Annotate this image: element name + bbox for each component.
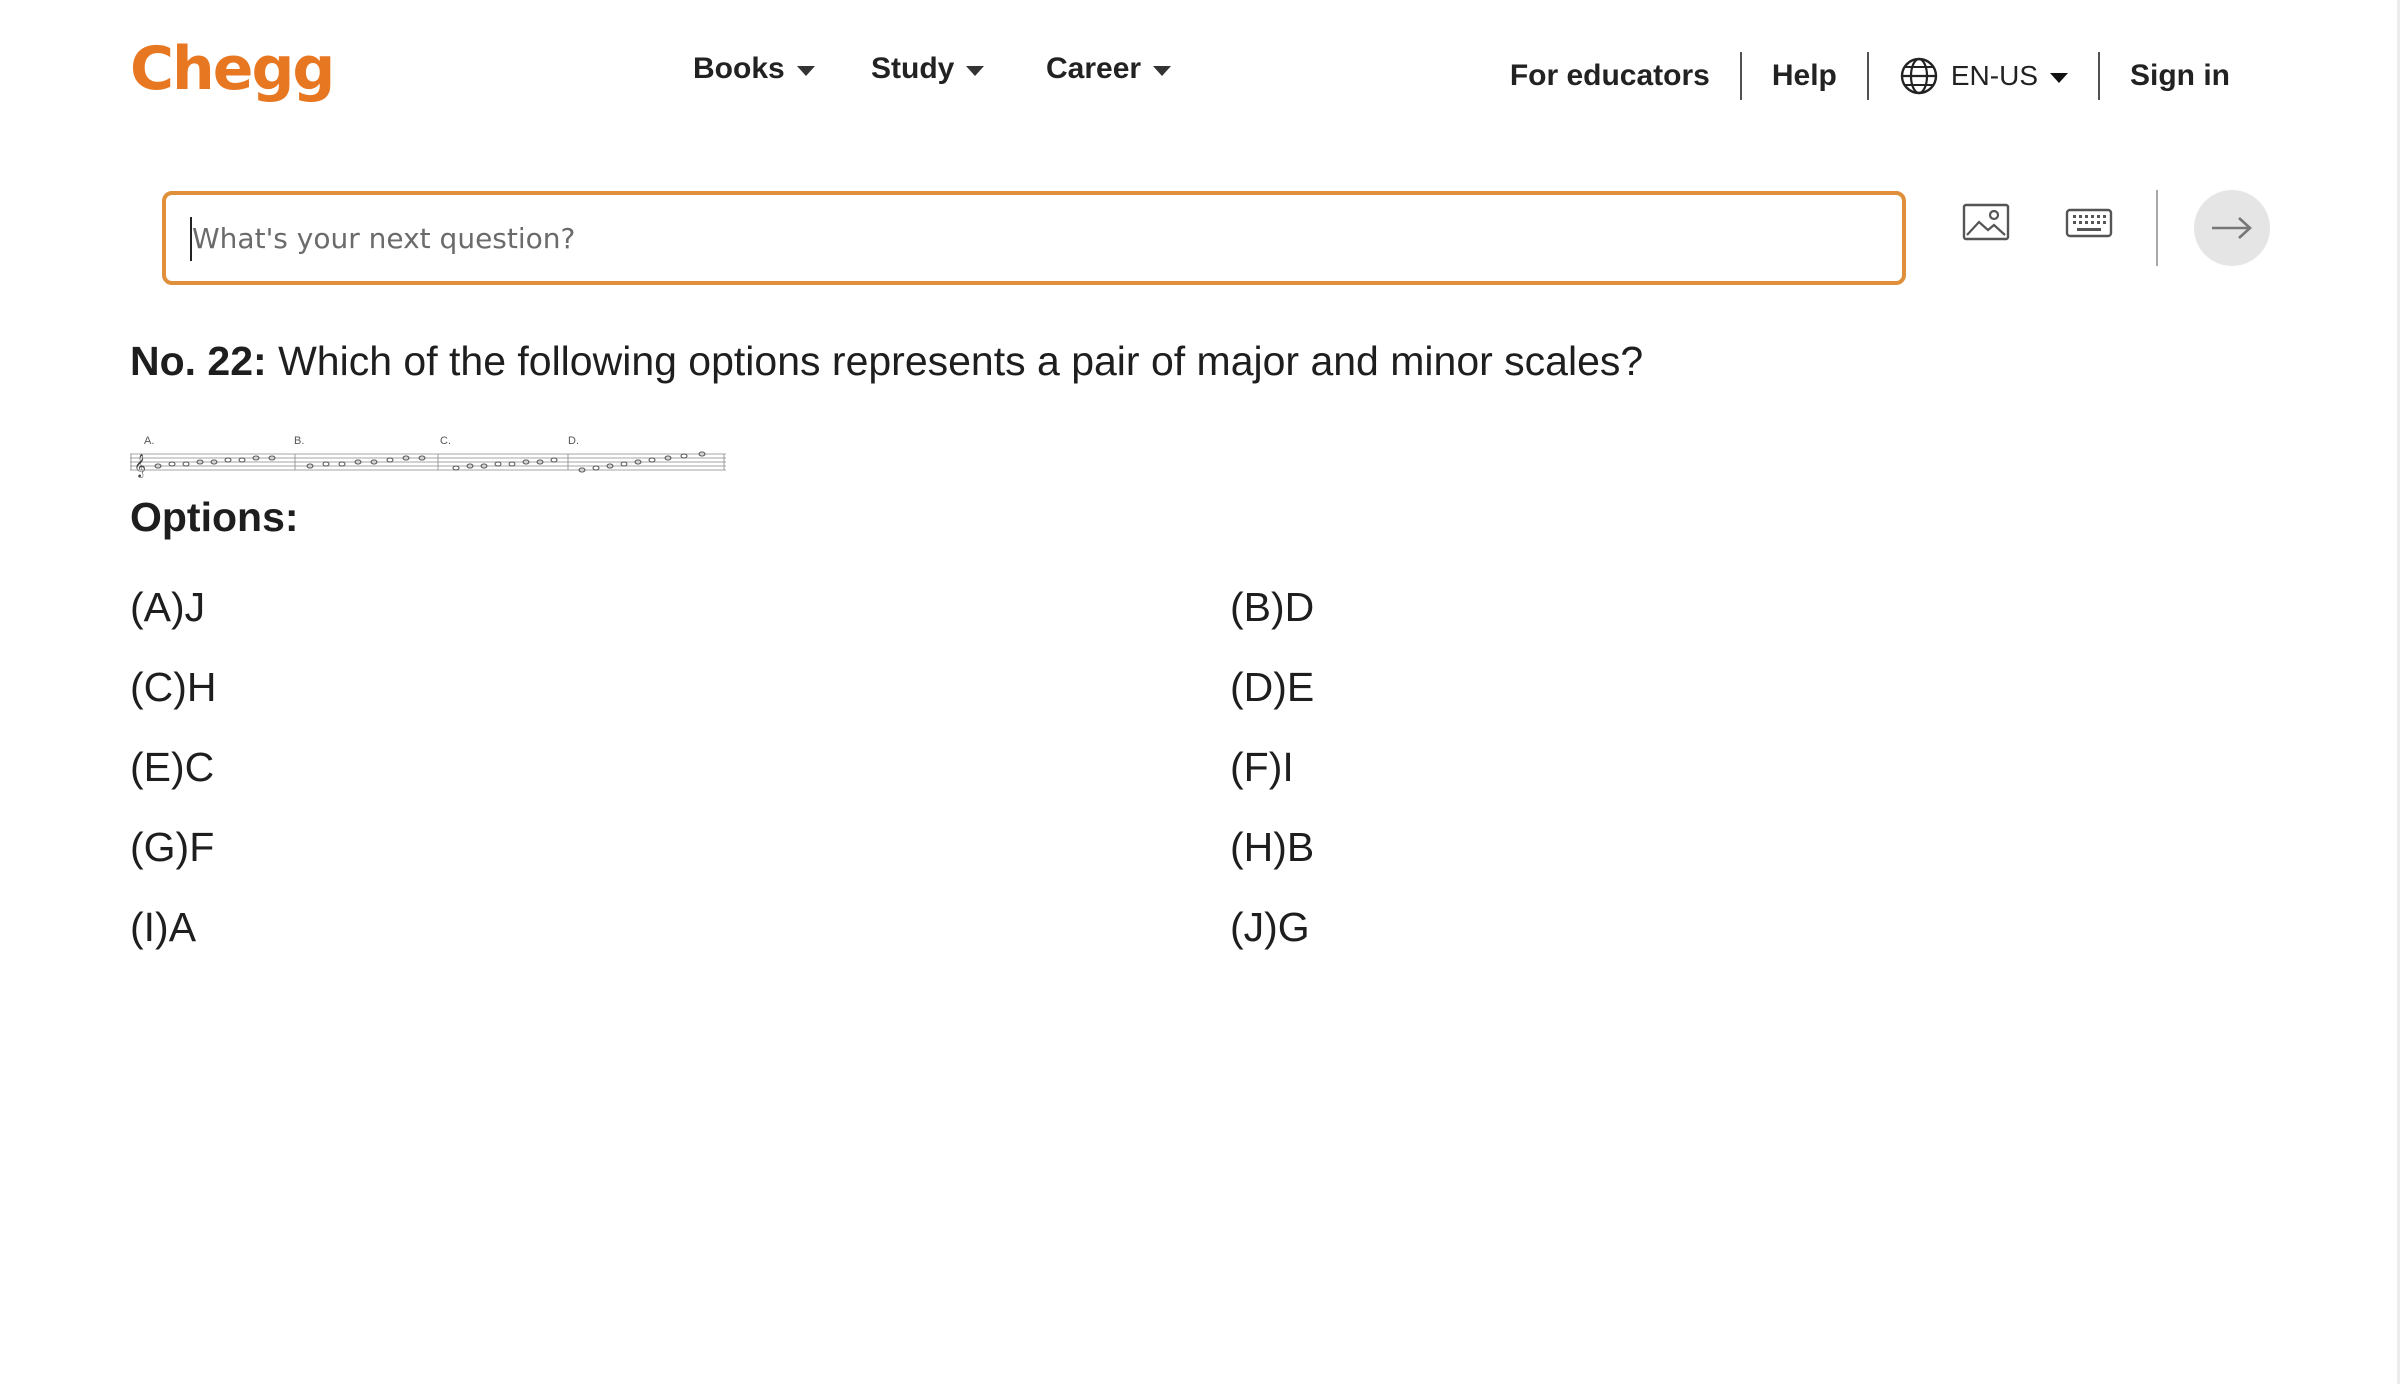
scale-label-c: C. <box>440 435 451 447</box>
scale-label-a: A. <box>144 435 154 447</box>
chevron-down-icon <box>796 66 815 76</box>
option-j[interactable]: (J)G <box>1230 904 1310 951</box>
arrow-right-icon <box>2212 217 2252 239</box>
scale-label-d: D. <box>568 435 579 447</box>
option-i[interactable]: (I)A <box>130 904 196 951</box>
site-header: Chegg Books Study Career For educators H… <box>0 0 2400 150</box>
submit-question-button[interactable] <box>2194 190 2270 266</box>
chevron-down-icon <box>1153 66 1172 76</box>
help-link[interactable]: Help <box>1772 59 1837 93</box>
scale-label-b: B. <box>294 435 304 447</box>
option-c[interactable]: (C)H <box>130 664 217 711</box>
nav-study-label: Study <box>871 52 955 85</box>
header-right-links: For educators Help EN-US Sign in <box>1510 52 2230 100</box>
nav-books[interactable]: Books <box>693 52 815 86</box>
sign-in-link[interactable]: Sign in <box>2130 59 2230 93</box>
language-selector[interactable]: EN-US <box>1899 56 2068 96</box>
options-heading: Options: <box>130 494 299 540</box>
chevron-down-icon <box>966 66 985 76</box>
divider <box>2156 190 2158 266</box>
option-e[interactable]: (E)C <box>130 744 214 791</box>
question-search-input[interactable] <box>190 207 1902 269</box>
option-d[interactable]: (D)E <box>1230 664 1314 711</box>
chegg-logo[interactable]: Chegg <box>130 34 335 104</box>
nav-study[interactable]: Study <box>871 52 985 86</box>
image-upload-icon[interactable] <box>1961 202 2011 244</box>
option-b[interactable]: (B)D <box>1230 584 1314 631</box>
option-f[interactable]: (F)I <box>1230 744 1294 791</box>
option-h[interactable]: (H)B <box>1230 824 1314 871</box>
svg-text:𝄞: 𝄞 <box>134 453 146 478</box>
divider <box>1739 52 1742 100</box>
keyboard-icon[interactable] <box>2064 202 2114 244</box>
language-label: EN-US <box>1950 60 2038 91</box>
chevron-down-icon <box>2050 73 2068 83</box>
globe-icon <box>1900 57 1938 95</box>
question-body: Which of the following options represent… <box>278 338 1644 384</box>
for-educators-link[interactable]: For educators <box>1510 59 1710 93</box>
option-a[interactable]: (A)J <box>130 584 205 631</box>
option-g[interactable]: (G)F <box>130 824 214 871</box>
nav-books-label: Books <box>693 52 785 85</box>
music-scales-image: 𝄞 A. B. C. D. <box>130 435 726 478</box>
question-search-box <box>162 191 1906 285</box>
question-number: No. 22: <box>130 338 267 384</box>
nav-career[interactable]: Career <box>1046 52 1172 86</box>
question-text: No. 22: Which of the following options r… <box>130 338 1643 385</box>
divider <box>1866 52 1869 100</box>
divider <box>2098 52 2100 100</box>
nav-career-label: Career <box>1046 52 1142 85</box>
text-cursor <box>190 217 192 261</box>
